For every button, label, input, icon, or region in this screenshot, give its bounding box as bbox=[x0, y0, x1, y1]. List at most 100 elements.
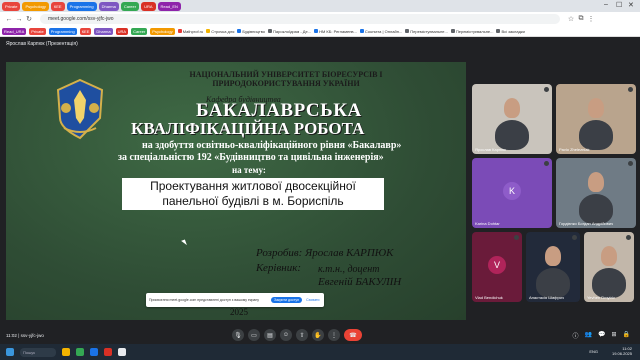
emoji-icon: ☺ bbox=[282, 332, 290, 338]
minimize-icon[interactable]: – bbox=[604, 1, 608, 8]
file-explorer-icon[interactable] bbox=[62, 348, 70, 356]
bookmark-item[interactable]: КЕЕ bbox=[79, 27, 92, 35]
bookmark-item[interactable]: Будівництво bbox=[237, 29, 265, 34]
bookmark-label: Всі закладки bbox=[501, 28, 525, 34]
extensions-icon[interactable]: ⧉ bbox=[576, 15, 586, 23]
participant-tile[interactable]: Yevhen Dmytriv bbox=[584, 232, 634, 302]
bookmark-item[interactable]: Career bbox=[131, 27, 148, 35]
bookmark-item[interactable]: Перемістуєвальне... bbox=[450, 29, 493, 34]
address-bar: ← → ↻ meet.google.com/ssv-yjfc-jwo ☆ ⧉ ⋮ bbox=[0, 12, 640, 26]
slide-year: 2025 bbox=[230, 307, 248, 317]
bookmark-item[interactable]: Programming bbox=[48, 27, 77, 35]
meet-controls-bar: 11:02 | ssv-yjfc-jwo 🎙 ▭ ▤ ☺ ⇧ ✋ ⋮ ☎ ⓘ 👥… bbox=[0, 326, 640, 344]
bookmark-item[interactable]: Строчка для bbox=[206, 29, 234, 34]
people-icon[interactable]: 👥 bbox=[585, 331, 592, 340]
reactions-button[interactable]: ☺ bbox=[280, 329, 292, 341]
microphone-icon: 🎙 bbox=[234, 332, 242, 339]
browser-tab[interactable]: Programming bbox=[66, 1, 97, 11]
participant-tile[interactable]: Гордієнко Богдан Андрійович bbox=[556, 158, 636, 228]
participant-video-face bbox=[601, 246, 617, 266]
maximize-icon[interactable]: ☐ bbox=[616, 1, 622, 9]
browser-tab-strip: Private Psychology КЕЕ Programming Dharma Car… bbox=[0, 0, 640, 12]
participant-video-body bbox=[592, 268, 626, 298]
bookmark-item[interactable]: Всі закладки bbox=[496, 28, 525, 34]
browser-tab[interactable]: КЕЕ bbox=[50, 1, 65, 11]
participant-avatar: V bbox=[488, 256, 506, 274]
participant-tile[interactable]: Анастасія Шафрич bbox=[526, 232, 580, 302]
bookmark-favicon-icon bbox=[206, 29, 211, 33]
app-icon[interactable] bbox=[118, 348, 126, 356]
university-name: НАЦІОНАЛЬНИЙ УНІВЕРСИТЕТ БІОРЕСУРСІВ І П… bbox=[189, 70, 383, 88]
forward-icon[interactable]: → bbox=[14, 16, 24, 23]
reload-icon[interactable]: ↻ bbox=[24, 15, 34, 23]
participant-tile[interactable]: K Karina Dohtar bbox=[472, 158, 552, 228]
participant-avatar: K bbox=[503, 182, 521, 200]
bookmark-label: Career bbox=[133, 28, 146, 34]
close-window-icon[interactable]: ✕ bbox=[628, 1, 634, 9]
supervisor-name: Евгеній БАКУЛІН bbox=[318, 276, 402, 288]
bookmark-favicon-icon bbox=[359, 29, 364, 33]
meeting-time: 11:02 bbox=[6, 332, 17, 338]
meet-header: Ярослав Карпюк (Презентація) bbox=[0, 37, 640, 51]
lock-icon[interactable]: 🔒 bbox=[623, 331, 630, 340]
more-options-button[interactable]: ⋮ bbox=[328, 329, 340, 341]
participant-tile[interactable]: Pavlo Zhelezniak bbox=[556, 84, 636, 154]
word-icon[interactable] bbox=[90, 348, 98, 356]
url-field[interactable]: meet.google.com/ssv-yjfc-jwo bbox=[40, 14, 560, 24]
bookmark-item[interactable]: Read_URA bbox=[2, 27, 27, 35]
present-button[interactable]: ⇧ bbox=[296, 329, 308, 341]
chrome-icon[interactable] bbox=[76, 348, 84, 356]
camera-button[interactable]: ▭ bbox=[248, 329, 260, 341]
bookmark-item[interactable]: Перемістуєвальне... bbox=[405, 29, 448, 34]
participant-name: Vlad Bendichuk bbox=[475, 295, 503, 300]
bookmarks-bar: Read_URA Private Programming КЕЕ Dharma URA Ca… bbox=[0, 26, 640, 37]
taskbar-search[interactable]: Пошук bbox=[20, 347, 56, 357]
browser-tab[interactable]: Private bbox=[2, 1, 21, 11]
participant-name: Анастасія Шафрич bbox=[529, 295, 565, 300]
supervisor-label: Керівник: bbox=[256, 262, 302, 274]
bookmark-item[interactable]: Coursera | Онлайн... bbox=[359, 28, 403, 34]
bookmark-item[interactable]: НМ КБ: Регламенв... bbox=[314, 29, 357, 34]
browser-menu-icon[interactable]: ⋮ bbox=[586, 15, 596, 23]
participant-tile[interactable]: V Vlad Bendichuk bbox=[472, 232, 522, 302]
browser-tab[interactable]: Psychology bbox=[22, 1, 49, 11]
muted-mic-icon bbox=[544, 87, 549, 92]
bookmark-label: Coursera | Онлайн... bbox=[364, 28, 403, 34]
pdf-reader-icon[interactable] bbox=[104, 348, 112, 356]
raise-hand-button[interactable]: ✋ bbox=[312, 329, 324, 341]
browser-tab[interactable]: Dharma bbox=[98, 1, 119, 11]
system-clock[interactable]: 11:02 19.06.2025 bbox=[612, 346, 632, 356]
hide-notice-button[interactable]: Сховати bbox=[306, 298, 319, 302]
info-icon[interactable]: ⓘ bbox=[573, 331, 579, 340]
browser-tab[interactable]: URA bbox=[141, 1, 156, 11]
captions-icon: ▤ bbox=[267, 332, 273, 339]
bookmark-item[interactable]: Private bbox=[29, 27, 46, 35]
bookmark-star-icon[interactable]: ☆ bbox=[566, 15, 576, 23]
bookmark-label: Будівництво bbox=[242, 28, 266, 34]
captions-button[interactable]: ▤ bbox=[264, 329, 276, 341]
participant-name: Гордієнко Богдан Андрійович bbox=[559, 221, 614, 226]
leave-call-button[interactable]: ☎ bbox=[344, 329, 362, 341]
microphone-button[interactable]: 🎙 bbox=[232, 329, 244, 341]
stop-sharing-button[interactable]: Закрити доступ bbox=[271, 297, 303, 303]
author-line: Розробив: Ярослав КАРПЮК bbox=[256, 247, 394, 259]
activities-icon[interactable]: ⊞ bbox=[611, 331, 616, 340]
chat-icon[interactable]: 💬 bbox=[598, 331, 605, 340]
bookmark-item[interactable]: Dharma bbox=[94, 27, 113, 35]
participant-name: Yevhen Dmytriv bbox=[587, 295, 615, 300]
windows-start-icon[interactable] bbox=[6, 348, 14, 356]
bookmark-item[interactable]: URA bbox=[115, 27, 129, 35]
language-indicator[interactable]: ENG bbox=[589, 349, 598, 354]
participant-tile[interactable]: Ярослав Карпюк bbox=[472, 84, 552, 154]
call-controls: 🎙 ▭ ▤ ☺ ⇧ ✋ ⋮ ☎ bbox=[232, 329, 362, 341]
muted-mic-icon bbox=[514, 235, 519, 240]
muted-mic-icon bbox=[628, 161, 633, 166]
back-icon[interactable]: ← bbox=[4, 16, 14, 23]
participant-name: Karina Dohtar bbox=[475, 221, 500, 226]
browser-tab[interactable]: Career bbox=[120, 1, 140, 11]
bookmark-item[interactable]: Psychology bbox=[150, 27, 175, 35]
bookmark-item[interactable]: Mathprof.ru bbox=[177, 29, 203, 34]
bookmark-item[interactable]: Пароклоїдизм - Де... bbox=[268, 29, 311, 34]
browser-tab[interactable]: Read_EN bbox=[157, 1, 181, 11]
slide-title-line2: КВАЛІФІКАЦІЙНА РОБОТА bbox=[131, 119, 365, 138]
